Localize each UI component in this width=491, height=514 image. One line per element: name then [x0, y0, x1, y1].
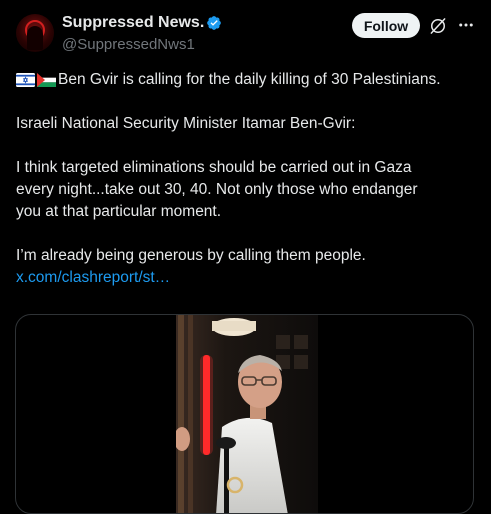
israel-flag-icon	[16, 73, 35, 87]
palestine-flag-icon	[37, 73, 56, 87]
author-display-name[interactable]: Suppressed News.	[62, 14, 204, 32]
avatar[interactable]	[16, 14, 54, 52]
tweet-link[interactable]: x.com/clashreport/st…	[16, 267, 481, 289]
media-video[interactable]	[15, 314, 474, 514]
avatar-hood	[27, 26, 43, 50]
video-thumbnail	[176, 315, 318, 513]
tweet-line-2: Israeli National Security Minister Itama…	[16, 115, 356, 132]
author-handle[interactable]: @SuppressedNws1	[62, 36, 195, 53]
tweet-line-1: Ben Gvir is calling for the daily killin…	[16, 69, 481, 91]
follow-button[interactable]: Follow	[352, 13, 420, 38]
tweet-text: Ben Gvir is calling for the daily killin…	[16, 69, 481, 289]
tweet-line-4: I’m already being generous by calling th…	[16, 247, 366, 264]
grok-icon[interactable]	[428, 16, 448, 36]
verified-badge-icon	[207, 16, 221, 30]
more-icon[interactable]	[457, 16, 475, 34]
tweet-quote-line-2: every night...take out 30, 40. Not only …	[16, 181, 418, 198]
tweet-headline: Ben Gvir is calling for the daily killin…	[58, 71, 441, 88]
tweet-quote-line-1: I think targeted eliminations should be …	[16, 159, 412, 176]
tweet-quote-line-3: you at that particular moment.	[16, 203, 222, 220]
